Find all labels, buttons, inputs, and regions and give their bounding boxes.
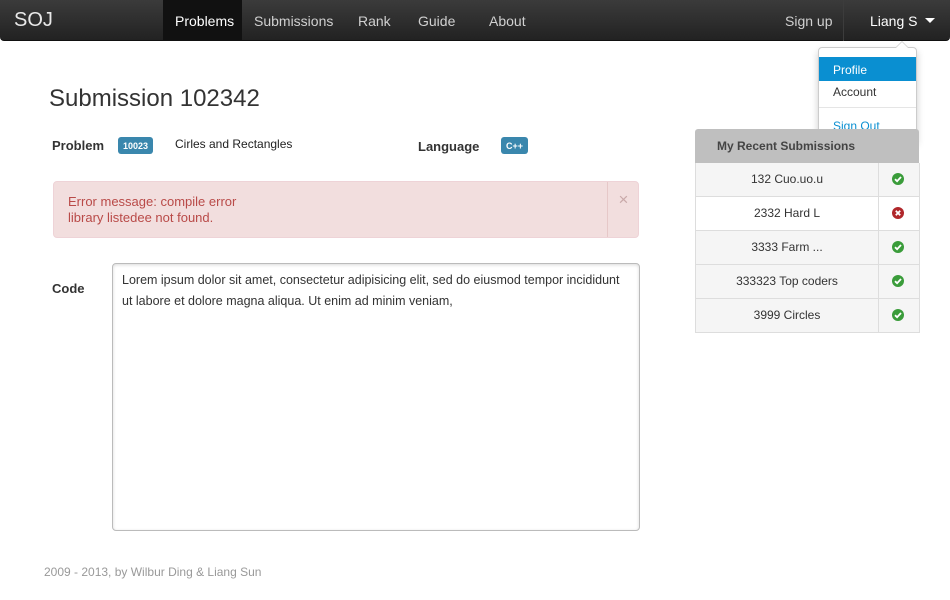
code-label: Code [52, 281, 85, 296]
recent-submissions-header: My Recent Submissions [695, 129, 919, 163]
nav-problems[interactable]: Problems [163, 0, 242, 41]
nav-rank[interactable]: Rank [358, 0, 391, 41]
nav-signup[interactable]: Sign up [785, 0, 832, 41]
check-circle-icon [892, 241, 904, 253]
submission-name[interactable]: 2332 Hard L [696, 197, 879, 230]
user-menu-toggle[interactable]: Liang S [870, 0, 936, 41]
language-badge: C++ [501, 137, 529, 154]
nav-guide[interactable]: Guide [418, 0, 455, 41]
check-circle-icon [892, 309, 904, 321]
table-row[interactable]: 3333 Farm ... [695, 231, 920, 265]
nav-divider [843, 0, 844, 41]
x-circle-icon [892, 207, 904, 219]
menu-item-profile[interactable]: Profile [819, 57, 916, 81]
page-title: Submission 102342 [49, 85, 260, 112]
code-textarea[interactable]: Lorem ipsum dolor sit amet, consectetur … [112, 263, 640, 531]
close-icon[interactable]: × [607, 182, 639, 237]
navbar: SOJ Problems Submissions Rank Guide Abou… [0, 0, 950, 41]
table-row[interactable]: 132 Cuo.uo.u [695, 163, 920, 197]
footer-text: 2009 - 2013, by Wilbur Ding & Liang Sun [44, 565, 262, 579]
table-row[interactable]: 333323 Top coders [695, 265, 920, 299]
language-label: Language [418, 139, 480, 154]
check-circle-icon [892, 275, 904, 287]
submission-name[interactable]: 3333 Farm ... [696, 231, 879, 264]
check-circle-icon [892, 173, 904, 185]
nav-about[interactable]: About [489, 0, 526, 41]
brand-logo[interactable]: SOJ [14, 9, 53, 32]
menu-item-account[interactable]: Account [819, 79, 916, 103]
table-row[interactable]: 3999 Circles [695, 299, 920, 333]
user-dropdown-menu: Profile Account Sign Out [818, 41, 917, 142]
submission-name[interactable]: 333323 Top coders [696, 265, 879, 298]
menu-divider [819, 107, 916, 108]
problem-name[interactable]: Cirles and Rectangles [175, 137, 292, 151]
error-message-line2: library listedee not found. [68, 210, 214, 225]
table-row[interactable]: 2332 Hard L [695, 197, 920, 231]
problem-label: Problem [52, 138, 105, 153]
error-alert: Error message: compile error library lis… [53, 181, 639, 238]
error-message-line1: Error message: compile error [68, 194, 237, 209]
submission-name[interactable]: 132 Cuo.uo.u [696, 163, 879, 196]
user-name: Liang S [870, 13, 918, 29]
nav-submissions[interactable]: Submissions [254, 0, 333, 41]
submission-name[interactable]: 3999 Circles [696, 299, 879, 332]
caret-down-icon [925, 18, 936, 23]
problem-id-badge[interactable]: 10023 [118, 137, 154, 154]
